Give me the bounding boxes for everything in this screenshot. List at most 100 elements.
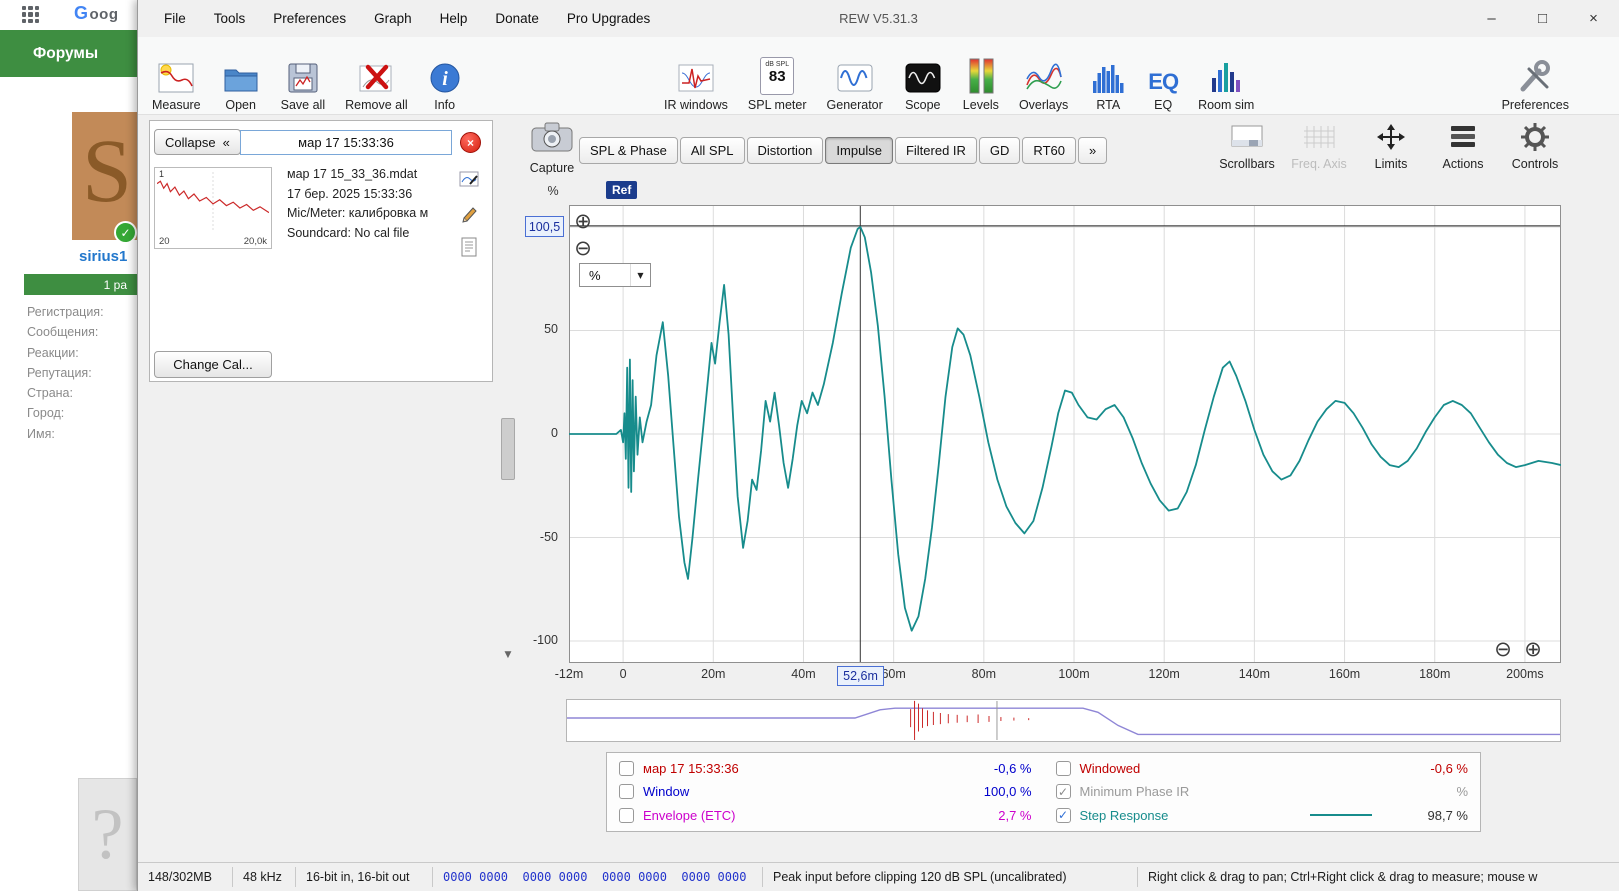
spl-meter-button[interactable]: dB SPL 83 SPL meter bbox=[742, 40, 813, 112]
zoom-out-y-button[interactable]: ⊖ bbox=[571, 236, 595, 260]
measurement-mic: Mic/Meter: калибровка м bbox=[287, 206, 429, 220]
freq-axis-button[interactable]: Freq. Axis bbox=[1287, 121, 1351, 171]
save-all-button[interactable]: Save all bbox=[275, 40, 331, 112]
x-axis-tick-label: 180m bbox=[1419, 667, 1451, 681]
username-link[interactable]: sirius1 bbox=[79, 248, 127, 265]
y-axis-labels: 50 0 -50 -100 bbox=[524, 205, 564, 663]
actions-list-icon bbox=[1447, 121, 1479, 153]
change-cal-button[interactable]: Change Cal... bbox=[154, 351, 272, 378]
google-g-icon: G bbox=[74, 3, 89, 23]
trace-options-icon[interactable] bbox=[459, 169, 479, 194]
ir-windows-button[interactable]: IR windows bbox=[658, 40, 734, 112]
forum-header[interactable]: Форумы bbox=[0, 30, 137, 77]
scrollbars-button[interactable]: Scrollbars bbox=[1215, 121, 1279, 171]
x-axis-tick-label: 0 bbox=[619, 667, 627, 681]
x-axis-tick-label: 140m bbox=[1238, 667, 1271, 681]
impulse-plot[interactable]: ⊕ ⊖ % ▼ ⊖ ⊕ bbox=[569, 205, 1561, 663]
actions-button[interactable]: Actions bbox=[1431, 121, 1495, 171]
measure-button[interactable]: Measure bbox=[146, 40, 207, 112]
capture-button[interactable]: Capture bbox=[523, 121, 581, 175]
scope-button[interactable]: Scope bbox=[897, 40, 949, 112]
rta-button[interactable]: RTA bbox=[1082, 40, 1134, 112]
ref-marker[interactable]: Ref bbox=[606, 181, 638, 199]
menu-tools[interactable]: Tools bbox=[200, 11, 260, 26]
legend-row: ✓ Minimum Phase IR% bbox=[1055, 780, 1468, 803]
measurement-name-input[interactable]: мар 17 15:33:36 bbox=[240, 130, 452, 155]
legend-right-column: Windowed -0,6 % ✓ Minimum Phase IR% ✓ Step Re… bbox=[1044, 753, 1481, 831]
delete-measurement-button[interactable]: × bbox=[460, 132, 481, 153]
info-button[interactable]: i Info bbox=[422, 40, 468, 112]
title-bar[interactable]: REW V5.31.3 File Tools Preferences Graph… bbox=[138, 0, 1619, 37]
trace-legend: мар 17 15:33:36 -0,6 % Window 100,0 % Envelo… bbox=[606, 752, 1481, 832]
x-axis-tick-label: 60m bbox=[881, 667, 906, 681]
legend-left-column: мар 17 15:33:36 -0,6 % Window 100,0 % Envelo… bbox=[607, 753, 1044, 831]
measurement-soundcard: Soundcard: No cal file bbox=[287, 225, 410, 240]
measurement-thumbnail[interactable]: 1 20 20,0k bbox=[154, 167, 272, 249]
folder-icon bbox=[221, 50, 261, 95]
thumbnail-xmax: 20,0k bbox=[243, 236, 267, 247]
apps-grid-icon[interactable] bbox=[22, 6, 39, 23]
zoom-in-x-button[interactable]: ⊕ bbox=[1521, 637, 1545, 661]
screen: Goog Форумы S ✓ sirius1 1 ра Регистрация… bbox=[0, 0, 1619, 891]
menu-pro-upgrades[interactable]: Pro Upgrades bbox=[553, 11, 664, 26]
tab-spl-phase[interactable]: SPL & Phase bbox=[579, 137, 678, 164]
tab-gd[interactable]: GD bbox=[978, 137, 1021, 164]
menu-preferences[interactable]: Preferences bbox=[259, 11, 360, 26]
maximize-button[interactable]: □ bbox=[1517, 0, 1568, 37]
legend-checkbox[interactable] bbox=[1055, 761, 1071, 777]
chevron-down-icon: ▼ bbox=[630, 264, 650, 286]
legend-checkbox[interactable]: ✓ bbox=[1055, 807, 1071, 823]
legend-checkbox[interactable] bbox=[619, 807, 634, 823]
zoom-in-y-button[interactable]: ⊕ bbox=[571, 209, 595, 233]
online-badge-icon: ✓ bbox=[114, 221, 137, 244]
profile-field: Имя: bbox=[27, 426, 55, 441]
tab-rt60[interactable]: RT60 bbox=[1022, 137, 1076, 164]
limits-button[interactable]: Limits bbox=[1359, 121, 1423, 171]
menu-graph[interactable]: Graph bbox=[360, 11, 426, 26]
mouse-hint: Right click & drag to pan; Ctrl+Right cl… bbox=[1148, 870, 1538, 884]
graph-controls: Scrollbars Freq. Axis Limits Actions Con… bbox=[1215, 121, 1567, 171]
profile-field: Страна: bbox=[27, 386, 73, 401]
zoom-out-x-button[interactable]: ⊖ bbox=[1491, 637, 1515, 661]
peak-input-status: Peak input before clipping 120 dB SPL (u… bbox=[763, 867, 1138, 887]
scroll-down-arrow-icon[interactable]: ▼ bbox=[501, 648, 515, 662]
collapse-button[interactable]: Collapse « bbox=[154, 129, 241, 155]
unit-dropdown[interactable]: % ▼ bbox=[579, 263, 651, 287]
bit-depth: 16-bit in, 16-bit out bbox=[296, 867, 433, 887]
edit-pencil-icon[interactable] bbox=[459, 203, 479, 228]
legend-checkbox[interactable] bbox=[619, 784, 634, 800]
legend-value: % bbox=[1456, 784, 1468, 800]
minimize-button[interactable]: – bbox=[1466, 0, 1517, 37]
open-button[interactable]: Open bbox=[215, 40, 267, 112]
tab-more[interactable]: » bbox=[1077, 137, 1108, 164]
controls-button[interactable]: Controls bbox=[1503, 121, 1567, 171]
menu-bar: File Tools Preferences Graph Help Donate… bbox=[150, 0, 664, 37]
room-sim-button[interactable]: Room sim bbox=[1192, 40, 1260, 112]
generator-button[interactable]: Generator bbox=[821, 40, 889, 112]
close-button[interactable]: × bbox=[1568, 0, 1619, 37]
menu-donate[interactable]: Donate bbox=[481, 11, 553, 26]
menu-file[interactable]: File bbox=[150, 11, 200, 26]
ir-overview-strip[interactable] bbox=[566, 699, 1561, 742]
rank-label: 1 ра bbox=[103, 277, 127, 292]
tab-all-spl[interactable]: All SPL bbox=[679, 137, 745, 164]
menu-help[interactable]: Help bbox=[426, 11, 482, 26]
tab-distortion[interactable]: Distortion bbox=[746, 137, 824, 164]
legend-checkbox[interactable] bbox=[619, 761, 634, 777]
thumbnail-xmin: 20 bbox=[159, 236, 170, 247]
remove-all-button[interactable]: Remove all bbox=[339, 40, 414, 112]
tab-filtered-ir[interactable]: Filtered IR bbox=[894, 137, 977, 164]
preferences-button[interactable]: Preferences bbox=[1496, 40, 1575, 112]
x-axis-tick-label: 160m bbox=[1328, 667, 1361, 681]
levels-button[interactable]: Levels bbox=[957, 40, 1005, 112]
legend-row: ✓ Step Response 98,7 % bbox=[1055, 804, 1468, 827]
remove-all-icon bbox=[356, 50, 396, 95]
eq-button[interactable]: EQ EQ bbox=[1142, 40, 1184, 112]
legend-checkbox[interactable]: ✓ bbox=[1055, 784, 1071, 800]
level-meter-icon bbox=[963, 50, 999, 95]
notes-icon[interactable] bbox=[459, 237, 479, 262]
vertical-scrollbar-thumb[interactable] bbox=[501, 418, 515, 480]
overlays-button[interactable]: Overlays bbox=[1013, 40, 1074, 112]
impulse-waveform bbox=[569, 205, 1561, 663]
tab-impulse[interactable]: Impulse bbox=[825, 137, 893, 164]
